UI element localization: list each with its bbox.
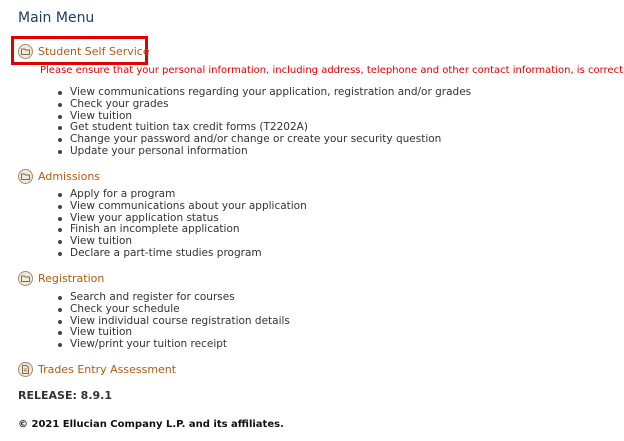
list-item: View/print your tuition receipt: [58, 338, 290, 351]
page-title: Main Menu: [18, 10, 95, 26]
folder-icon: [18, 168, 33, 184]
release-version: RELEASE: 8.9.1: [18, 389, 113, 402]
trades-entry-assessment-link[interactable]: Trades Entry Assessment: [38, 363, 176, 376]
registration-list: Search and register for courses Check yo…: [58, 291, 290, 351]
folder-icon: [18, 270, 33, 286]
section-trades-entry-assessment: Trades Entry Assessment: [18, 361, 176, 377]
list-item: Check your schedule: [58, 303, 290, 316]
registration-link[interactable]: Registration: [38, 272, 104, 285]
student-self-service-link[interactable]: Student Self Service: [38, 45, 150, 58]
list-item: Check your grades: [58, 98, 471, 111]
student-self-service-list: View communications regarding your appli…: [58, 86, 471, 158]
document-icon: [18, 361, 33, 377]
folder-icon: [18, 43, 33, 59]
list-item: Update your personal information: [58, 145, 471, 158]
copyright-notice: © 2021 Ellucian Company L.P. and its aff…: [18, 419, 284, 430]
section-student-self-service: Student Self Service: [18, 43, 150, 59]
admissions-list: Apply for a program View communications …: [58, 188, 307, 260]
list-item: View communications about your applicati…: [58, 200, 307, 213]
personal-info-notice: Please ensure that your personal informa…: [40, 65, 624, 76]
section-admissions: Admissions: [18, 168, 100, 184]
section-registration: Registration: [18, 270, 104, 286]
admissions-link[interactable]: Admissions: [38, 170, 100, 183]
list-item: Declare a part-time studies program: [58, 247, 307, 260]
